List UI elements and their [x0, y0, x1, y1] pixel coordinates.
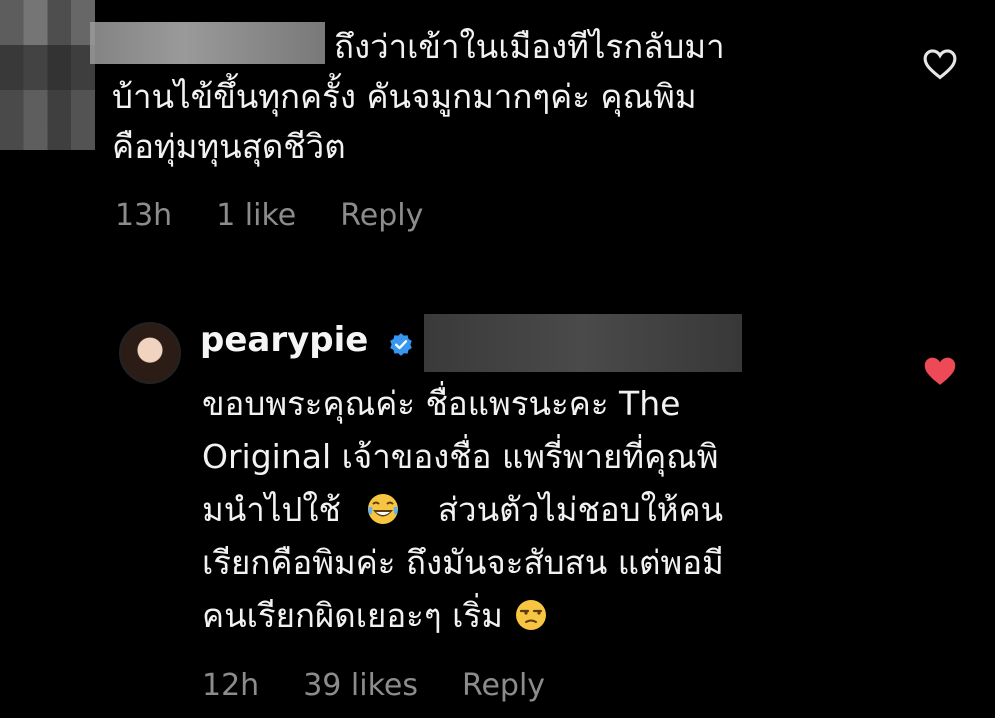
comment-text: ถึงว่าเข้าในเมืองทีไรกลับมา บ้านไข้ขึ้นท…	[112, 22, 832, 172]
heart-outline-icon[interactable]	[923, 48, 957, 80]
verified-badge-icon	[390, 333, 412, 356]
username-link[interactable]: pearypie	[200, 320, 368, 360]
comment-text-line: Original เจ้าของชื่อ แพรี่พายที่คุณพิ	[202, 437, 719, 476]
reply-button[interactable]: Reply	[462, 668, 545, 703]
avatar-blurred[interactable]	[0, 0, 95, 150]
comment-text-line: มนำไปใช้ ส่วนตัวไม่ชอบให้คน	[202, 483, 882, 536]
likes-count-link[interactable]: 1 like	[216, 198, 296, 233]
redacted-mention	[424, 314, 742, 372]
comment-time: 12h	[202, 668, 260, 703]
comment-text-line: คนเรียกผิดเยอะๆ เริ่ม	[202, 589, 882, 642]
comment-text-segment: มนำไปใช้	[202, 490, 341, 529]
reply-button[interactable]: Reply	[340, 198, 423, 233]
comment-text-segment: คนเรียกผิดเยอะๆ เริ่ม	[202, 596, 503, 635]
likes-count-link[interactable]: 39 likes	[303, 668, 418, 703]
comment-text-line: คือทุ่มทุนสุดชีวิต	[112, 127, 346, 166]
heart-filled-icon[interactable]	[922, 355, 958, 387]
comment-text-line: ถึงว่าเข้าในเมืองทีไรกลับมา	[334, 27, 725, 66]
tears-of-joy-emoji	[368, 494, 399, 524]
comment-meta: 13h 1 like Reply	[115, 198, 423, 233]
comment-time: 13h	[115, 198, 173, 233]
comment-text-segment: ส่วนตัวไม่ชอบให้คน	[437, 490, 724, 529]
comment-text-line: บ้านไข้ขึ้นทุกครั้ง คันจมูกมากๆค่ะ คุณพิ…	[112, 77, 697, 116]
comment-text-line: ขอบพระคุณค่ะ ชื่อแพรนะคะ The	[202, 384, 681, 423]
comment-text-line: เรียกคือพิมค่ะ ถึงมันจะสับสน แต่พอมี	[202, 543, 724, 582]
comment-text: ขอบพระคุณค่ะ ชื่อแพรนะคะ The Original เจ…	[202, 377, 882, 642]
comment-meta: 12h 39 likes Reply	[202, 668, 545, 703]
avatar[interactable]	[119, 322, 181, 384]
unamused-face-emoji	[516, 600, 547, 630]
